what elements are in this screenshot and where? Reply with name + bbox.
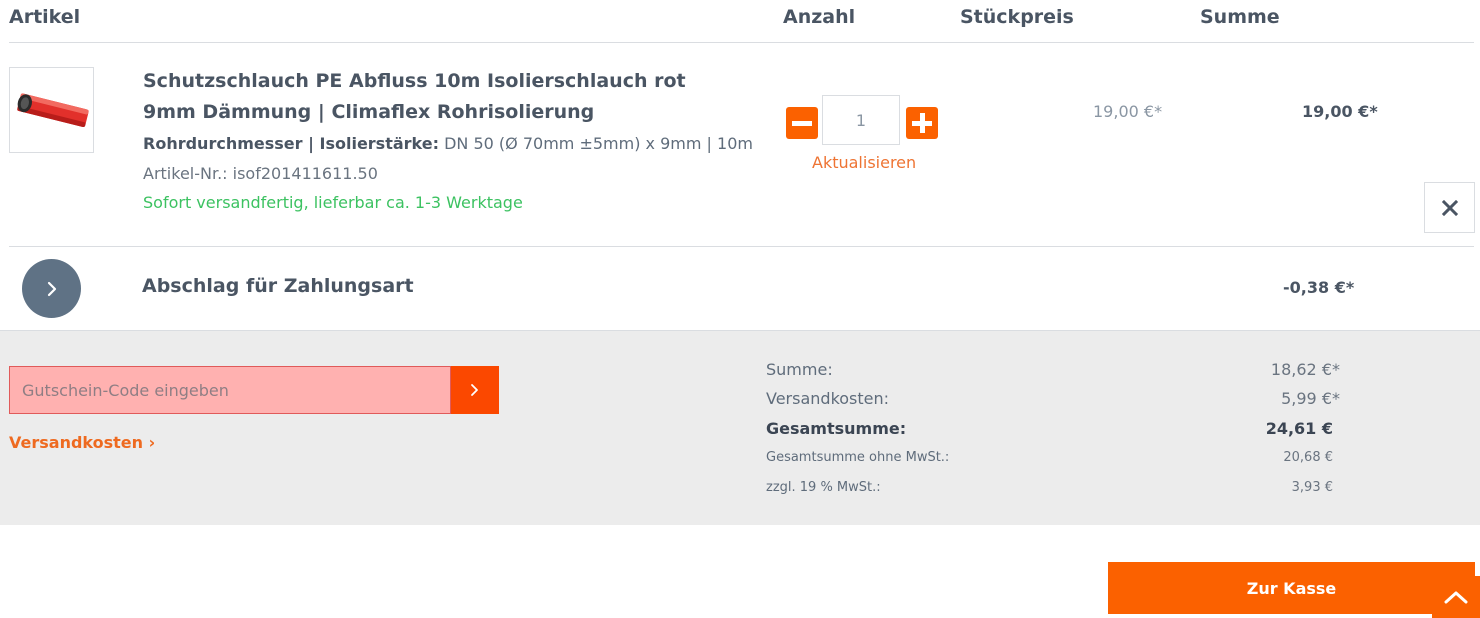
quantity-increase-button[interactable] [906, 107, 938, 139]
product-property: Rohrdurchmesser | Isolierstärke: DN 50 (… [143, 134, 753, 153]
chevron-right-icon [471, 384, 478, 396]
voucher-submit-button[interactable] [451, 366, 499, 414]
column-header-unit-price: Stückpreis [960, 6, 1074, 28]
grand-total-value: 24,61 € [1265, 419, 1333, 438]
chevron-up-icon [1444, 591, 1468, 604]
line-total: 19,00 €* [1302, 102, 1378, 121]
product-property-label: Rohrdurchmesser | Isolierstärke: [143, 134, 439, 153]
checkout-button[interactable]: Zur Kasse [1108, 562, 1475, 614]
shipping-label: Versandkosten: [766, 389, 890, 408]
product-thumbnail[interactable] [9, 67, 94, 153]
product-image [17, 93, 89, 128]
voucher-code-input[interactable] [9, 366, 451, 414]
unit-price: 19,00 €* [1093, 102, 1163, 121]
scroll-to-top-button[interactable] [1432, 576, 1480, 618]
column-header-quantity: Anzahl [783, 6, 856, 28]
vat-label: zzgl. 19 % MwSt.: [766, 480, 881, 495]
shipping-costs-link[interactable]: Versandkosten › [9, 433, 155, 452]
net-total-value: 20,68 € [1283, 450, 1333, 465]
header-divider [9, 42, 1474, 43]
column-header-sum: Summe [1200, 6, 1280, 28]
discount-value: -0,38 €* [1283, 278, 1355, 297]
product-name[interactable]: Schutzschlauch PE Abfluss 10m Isoliersch… [143, 66, 703, 128]
discount-name: Abschlag für Zahlungsart [142, 275, 414, 297]
shipping-value: 5,99 €* [1281, 389, 1340, 408]
delivery-status: Sofort versandfertig, lieferbar ca. 1-3 … [143, 193, 523, 212]
chevron-right-icon [47, 281, 56, 296]
remove-item-button[interactable] [1424, 182, 1475, 233]
grand-total-label: Gesamtsumme: [766, 419, 907, 438]
close-icon [1441, 199, 1458, 216]
subtotal-value: 18,62 €* [1270, 360, 1340, 379]
subtotal-label: Summe: [766, 360, 833, 379]
net-total-label: Gesamtsumme ohne MwSt.: [766, 450, 950, 465]
summary-panel [0, 330, 1480, 525]
quantity-input[interactable] [822, 95, 900, 145]
vat-value: 3,93 € [1291, 480, 1333, 495]
discount-icon-badge [22, 259, 81, 318]
row-divider [9, 246, 1474, 247]
column-header-article: Artikel [9, 6, 81, 28]
update-quantity-link[interactable]: Aktualisieren [812, 153, 916, 172]
minus-icon [792, 121, 812, 126]
product-article-number: Artikel-Nr.: isof201411611.50 [143, 164, 378, 183]
quantity-decrease-button[interactable] [786, 107, 818, 139]
product-property-value: DN 50 (Ø 70mm ±5mm) x 9mm | 10m [444, 134, 753, 153]
